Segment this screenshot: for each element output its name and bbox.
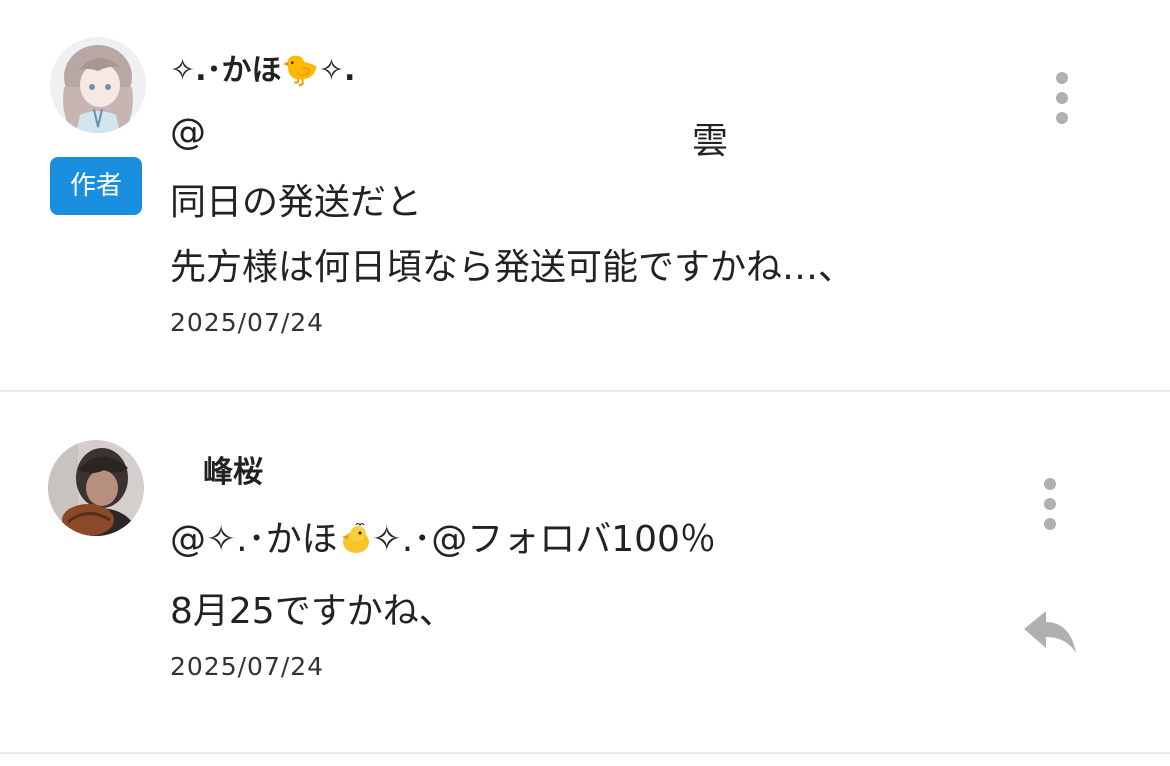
comment-item: 峰桜 @✧.･かほ ✧.･@フォロバ100％ 8月25ですかね、 2025/07/… xyxy=(0,392,1170,752)
mention-prefix: @✧.･かほ xyxy=(170,519,338,560)
mention-tail: 雲 xyxy=(692,121,729,162)
kebab-dot xyxy=(1044,518,1056,530)
mention-at: @ xyxy=(170,112,206,153)
comment-divider xyxy=(0,752,1170,754)
reply-button[interactable] xyxy=(1020,605,1080,665)
comment-text-line: 同日の発送だと xyxy=(170,182,423,223)
author-badge: 作者 xyxy=(50,157,142,215)
author-avatar[interactable] xyxy=(50,37,146,133)
comment-date: 2025/07/24 xyxy=(170,652,325,681)
comment-mention-line: @✧.･かほ ✧.･@フォロバ100％ xyxy=(170,510,716,562)
author-avatar[interactable] xyxy=(48,440,144,536)
more-options-button[interactable] xyxy=(1030,474,1070,534)
kebab-menu-icon xyxy=(1044,478,1056,490)
kebab-dot xyxy=(1044,498,1056,510)
kebab-dot xyxy=(1056,92,1068,104)
comment-text-line: 8月25ですかね、 xyxy=(170,591,455,632)
reply-arrow-icon xyxy=(1024,611,1076,653)
avatar-illustration xyxy=(50,37,146,133)
author-name[interactable]: ✧.･かほ🐤✧. xyxy=(170,45,355,89)
comment-text-line: 先方様は何日頃なら発送可能ですかね…、 xyxy=(170,247,855,288)
mention-suffix: ✧.･@フォロバ100％ xyxy=(371,519,716,560)
comment-date: 2025/07/24 xyxy=(170,308,325,337)
author-name[interactable]: 峰桜 xyxy=(203,447,263,491)
kebab-dot xyxy=(1056,112,1068,124)
more-options-button[interactable] xyxy=(1042,68,1082,128)
kebab-menu-icon xyxy=(1056,72,1068,84)
baby-chick-emoji-icon xyxy=(341,522,369,553)
comment-item: 作者 ✧.･かほ🐤✧. @ 雲 同日の発送だと 先方様は何日頃なら発送可能ですか… xyxy=(0,0,1170,390)
avatar-photo xyxy=(48,440,144,536)
